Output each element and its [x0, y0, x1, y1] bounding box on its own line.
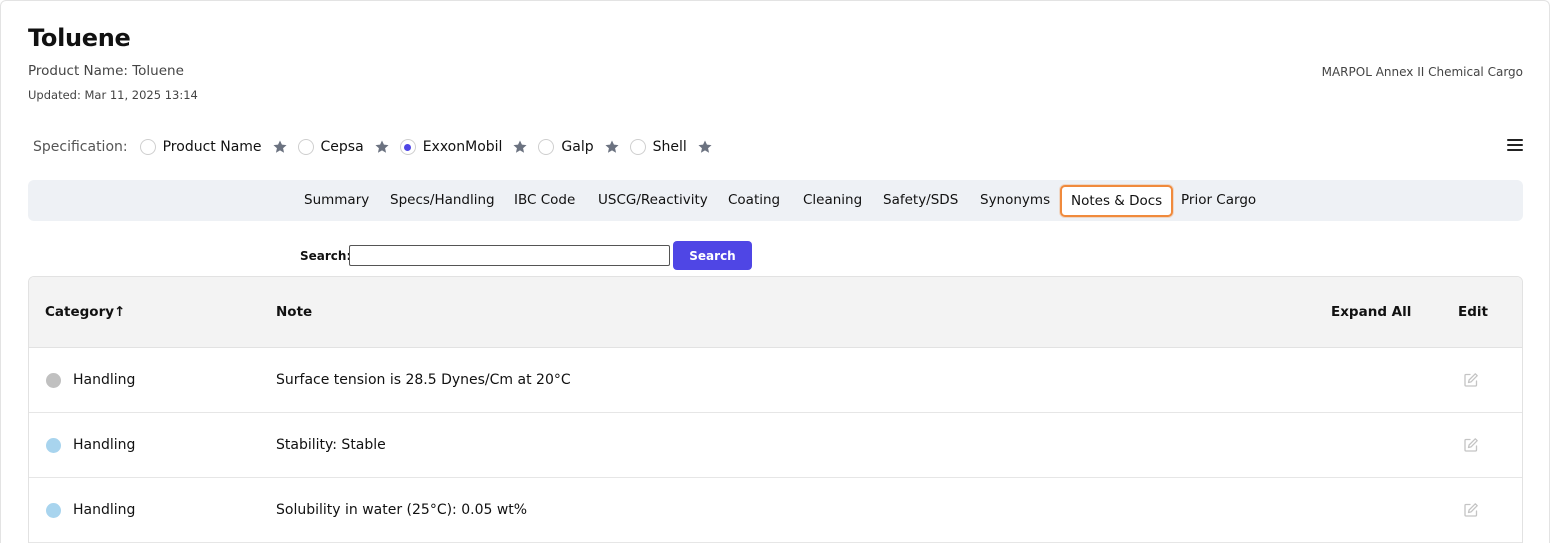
tab-ibc-code[interactable]: IBC Code — [514, 180, 575, 221]
status-dot — [46, 438, 61, 453]
spec-option[interactable]: Shell — [629, 139, 713, 155]
page-title: Toluene — [28, 24, 131, 52]
updated-timestamp: Updated: Mar 11, 2025 13:14 — [28, 88, 198, 102]
tab-safety-sds[interactable]: Safety/SDS — [883, 180, 958, 221]
search-label: Search: — [300, 249, 352, 263]
column-header-category[interactable]: Category↑ — [45, 277, 125, 348]
tab-summary[interactable]: Summary — [304, 180, 369, 221]
spec-option[interactable]: Galp — [538, 139, 619, 155]
radio-button[interactable] — [139, 139, 156, 155]
category-cell: Handling — [73, 372, 136, 388]
status-dot — [46, 503, 61, 518]
tab-cleaning[interactable]: Cleaning — [803, 180, 862, 221]
edit-icon[interactable] — [1463, 372, 1479, 388]
table-row[interactable]: Handling Solubility in water (25°C): 0.0… — [29, 478, 1522, 543]
classification-label: MARPOL Annex II Chemical Cargo — [1321, 65, 1523, 79]
notes-table: Category↑ Note Expand All Edit Handling … — [28, 276, 1523, 543]
search-button[interactable]: Search — [673, 241, 752, 270]
radio-button[interactable] — [297, 139, 314, 155]
product-name-text: Product Name: Toluene — [28, 63, 184, 79]
tab-coating[interactable]: Coating — [728, 180, 780, 221]
specification-selector: Specification: Product Name Cepsa ExxonMob… — [33, 137, 723, 157]
star-icon[interactable] — [604, 139, 620, 155]
radio-button[interactable] — [538, 139, 555, 155]
spec-option[interactable]: ExxonMobil — [399, 139, 529, 155]
hamburger-menu-icon[interactable] — [1507, 139, 1523, 153]
spec-option-label: ExxonMobil — [422, 139, 503, 155]
spec-option-label: Product Name — [162, 139, 262, 155]
column-header-edit: Edit — [1458, 304, 1488, 320]
edit-icon[interactable] — [1463, 437, 1479, 453]
specification-options: Product Name Cepsa ExxonMobil Galp Shell — [139, 139, 723, 155]
radio-button[interactable] — [399, 139, 416, 155]
specification-label: Specification: — [33, 139, 128, 155]
tab-prior-cargo[interactable]: Prior Cargo — [1181, 180, 1256, 221]
table-row[interactable]: Handling Stability: Stable — [29, 413, 1522, 478]
tab-specs-handling[interactable]: Specs/Handling — [390, 180, 495, 221]
tab-uscg-reactivity[interactable]: USCG/Reactivity — [598, 180, 708, 221]
status-dot — [46, 373, 61, 388]
category-cell: Handling — [73, 502, 136, 518]
table-header: Category↑ Note Expand All Edit — [29, 277, 1522, 348]
edit-icon[interactable] — [1463, 502, 1479, 518]
tab-synonyms[interactable]: Synonyms — [980, 180, 1050, 221]
star-icon[interactable] — [272, 139, 288, 155]
star-icon[interactable] — [374, 139, 390, 155]
note-cell: Solubility in water (25°C): 0.05 wt% — [276, 502, 528, 518]
spec-option[interactable]: Cepsa — [297, 139, 390, 155]
category-cell: Handling — [73, 437, 136, 453]
search-input[interactable] — [349, 245, 670, 266]
table-row[interactable]: Handling Surface tension is 28.5 Dynes/C… — [29, 348, 1522, 413]
star-icon[interactable] — [697, 139, 713, 155]
radio-button[interactable] — [629, 139, 646, 155]
tab-bar: Summary Specs/Handling IBC Code USCG/Rea… — [28, 180, 1523, 221]
spec-option-label: Shell — [652, 139, 687, 155]
spec-option-label: Cepsa — [320, 139, 364, 155]
note-cell: Stability: Stable — [276, 437, 386, 453]
tab-notes-docs[interactable]: Notes & Docs — [1060, 185, 1174, 217]
spec-option-label: Galp — [561, 139, 594, 155]
note-cell: Surface tension is 28.5 Dynes/Cm at 20°C — [276, 372, 571, 388]
star-icon[interactable] — [512, 139, 528, 155]
spec-option[interactable]: Product Name — [139, 139, 288, 155]
column-header-note: Note — [276, 304, 313, 320]
expand-all-button[interactable]: Expand All — [1331, 277, 1411, 348]
